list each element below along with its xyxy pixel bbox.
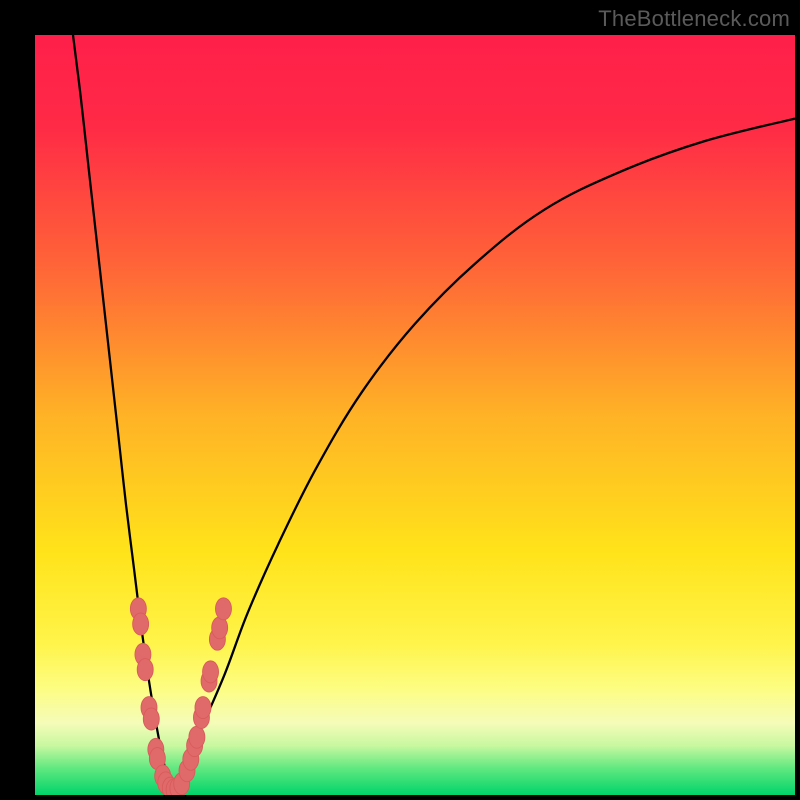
left-curve: [73, 35, 172, 795]
marker-point: [203, 661, 219, 683]
watermark-text: TheBottleneck.com: [598, 6, 790, 32]
marker-point: [189, 726, 205, 748]
marker-point: [137, 659, 153, 681]
marker-point: [133, 613, 149, 635]
marker-point: [216, 598, 232, 620]
chart-svg: [35, 35, 795, 795]
marker-point: [195, 697, 211, 719]
chart-frame: TheBottleneck.com: [0, 0, 800, 800]
right-curve: [172, 119, 795, 795]
marker-point: [212, 617, 228, 639]
plot-area: [35, 35, 795, 795]
marker-point: [143, 708, 159, 730]
